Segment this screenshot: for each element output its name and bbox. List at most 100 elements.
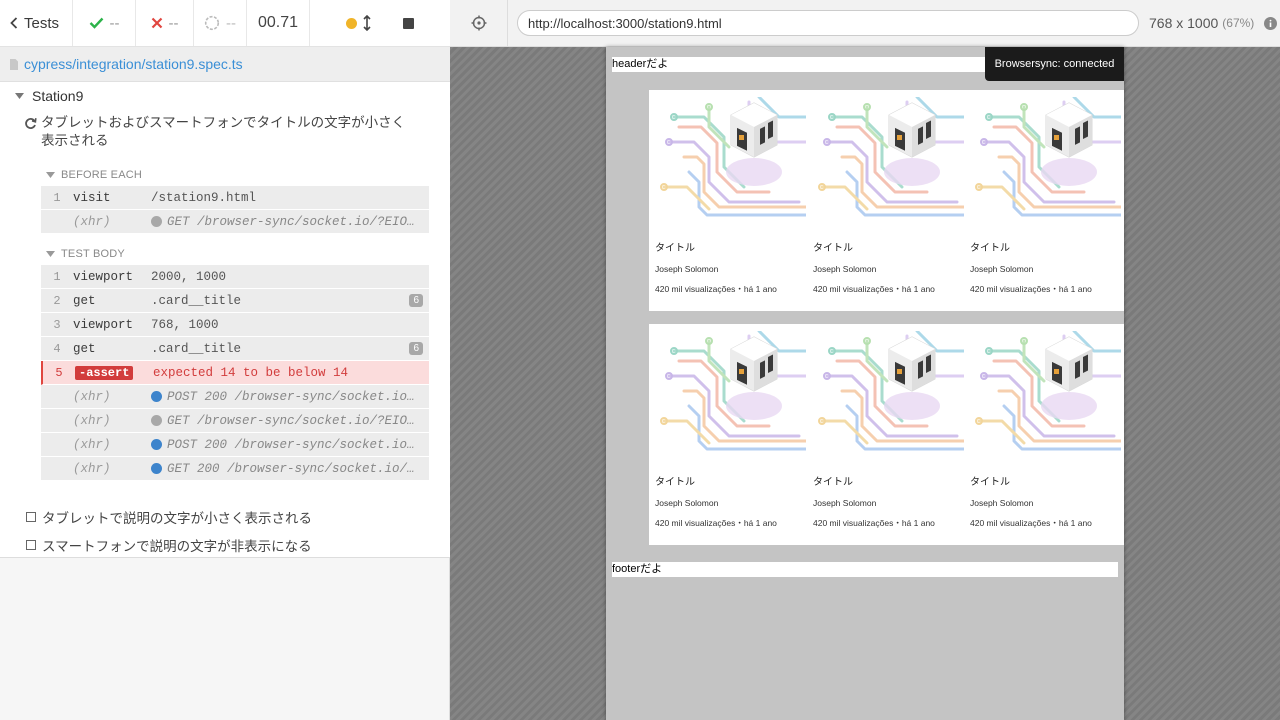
command-name: (xhr)	[73, 413, 111, 428]
command-row[interactable]: 3 viewport 768, 1000	[41, 313, 429, 337]
auto-scroll-toggle[interactable]	[346, 15, 371, 31]
video-card[interactable]: タイトル Joseph Solomon 420 mil visualizaçõe…	[964, 90, 1121, 311]
xhr-status-dot-icon	[151, 216, 162, 227]
command-number: 5	[55, 365, 63, 380]
selector-playground-button[interactable]	[450, 0, 508, 47]
pending-circle-icon	[204, 15, 220, 31]
command-message: /station9.html	[151, 190, 257, 205]
test-body-commands: 1 viewport 2000, 1000 2 get .card__title…	[41, 265, 429, 481]
xhr-url: GET /browser-sync/socket.io/?EIO=...	[167, 413, 419, 428]
caret-down-icon	[46, 251, 55, 257]
test-body-label: TEST BODY	[61, 248, 125, 260]
spec-bar: cypress/integration/station9.spec.ts	[0, 47, 450, 82]
command-row[interactable]: (xhr) GET /browser-sync/socket.io/?EIO=.…	[41, 210, 429, 234]
command-message: 2000, 1000	[151, 269, 227, 284]
circuit-cube-illustration-icon	[818, 331, 964, 451]
video-card[interactable]: タイトル Joseph Solomon 420 mil visualizaçõe…	[807, 324, 964, 545]
url-bar[interactable]: http://localhost:3000/station9.html	[517, 10, 1139, 36]
circuit-cube-illustration-icon	[975, 97, 1121, 217]
circuit-cube-illustration-icon	[660, 97, 806, 217]
command-row[interactable]: 1 visit /station9.html	[41, 186, 429, 210]
card-title: タイトル	[813, 477, 853, 488]
command-row[interactable]: (xhr) POST 200 /browser-sync/socket.io/.…	[41, 433, 429, 457]
stop-icon[interactable]	[403, 17, 414, 29]
pending-count: --	[194, 0, 246, 46]
card-meta: 420 mil visualizações・há 1 ano	[655, 284, 777, 294]
running-indicator-icon	[346, 17, 357, 29]
pending-count-value: --	[226, 14, 236, 32]
command-number: 1	[53, 190, 61, 205]
command-number: 2	[53, 293, 61, 308]
duration-value: 00.71	[257, 14, 299, 31]
command-name: (xhr)	[73, 214, 111, 229]
command-name: visit	[73, 190, 111, 205]
command-name: viewport	[73, 317, 134, 332]
reporter-panel: Tests -- -- -- 00.71 cypress/integration…	[0, 0, 450, 720]
card-row: タイトル Joseph Solomon 420 mil visualizaçõe…	[649, 90, 1124, 311]
command-message: 768, 1000	[151, 317, 219, 332]
failed-count-value: --	[168, 14, 179, 32]
command-row[interactable]: (xhr) POST 200 /browser-sync/socket.io/.…	[41, 385, 429, 409]
browsersync-toast: Browsersync: connected	[985, 47, 1124, 81]
info-icon[interactable]	[1264, 16, 1278, 30]
card-meta: 420 mil visualizações・há 1 ano	[813, 518, 935, 528]
card-author: Joseph Solomon	[655, 498, 719, 508]
card-thumbnail	[807, 97, 964, 219]
pending-checkbox-icon	[26, 540, 36, 550]
passed-count: --	[73, 0, 136, 46]
check-icon	[89, 17, 103, 29]
command-row[interactable]: 2 get .card__title 6	[41, 289, 429, 313]
test-body-header[interactable]: TEST BODY	[46, 246, 125, 262]
xhr-status-dot-icon	[151, 439, 162, 450]
video-card[interactable]: タイトル Joseph Solomon 420 mil visualizaçõe…	[649, 90, 806, 311]
command-message: POST 200 /browser-sync/socket.io/...	[151, 438, 429, 452]
card-thumbnail	[649, 97, 806, 219]
command-row[interactable]: (xhr) GET 200 /browser-sync/socket.io/?.…	[41, 457, 429, 481]
duration: 00.71	[246, 0, 310, 46]
card-author: Joseph Solomon	[655, 264, 719, 274]
command-name: viewport	[73, 269, 134, 284]
command-number: 3	[53, 317, 61, 332]
card-row: タイトル Joseph Solomon 420 mil visualizaçõe…	[649, 324, 1124, 545]
spec-file-link[interactable]: cypress/integration/station9.spec.ts	[24, 56, 243, 72]
card-meta: 420 mil visualizações・há 1 ano	[655, 518, 777, 528]
test-title: タブレットおよびスマートフォンでタイトルの文字が小さく表示される	[41, 115, 406, 148]
failed-command-row[interactable]: 5 -assert expected 14 to be below 14	[41, 361, 429, 385]
suite-header[interactable]: Station9	[15, 86, 83, 106]
command-row[interactable]: (xhr) GET /browser-sync/socket.io/?EIO=.…	[41, 409, 429, 433]
command-message: GET /browser-sync/socket.io/?EIO=...	[151, 215, 429, 229]
crosshair-icon	[471, 15, 486, 31]
file-icon	[10, 58, 18, 70]
pending-test-item[interactable]: スマートフォンで説明の文字が非表示になる	[26, 535, 312, 555]
circuit-cube-illustration-icon	[975, 331, 1121, 451]
before-each-commands: 1 visit /station9.html (xhr) GET /browse…	[41, 186, 429, 234]
test-header[interactable]: タブレットおよびスマートフォンでタイトルの文字が小さく表示される	[24, 114, 414, 150]
video-card[interactable]: タイトル Joseph Solomon 420 mil visualizaçõe…	[964, 324, 1121, 545]
x-icon	[151, 17, 162, 29]
circuit-cube-illustration-icon	[818, 97, 964, 217]
tests-button[interactable]: Tests	[0, 0, 73, 46]
command-number: 4	[53, 341, 61, 356]
command-name: get	[73, 341, 96, 356]
command-name: (xhr)	[73, 437, 111, 452]
card-meta: 420 mil visualizações・há 1 ano	[813, 284, 935, 294]
before-each-hook-header[interactable]: BEFORE EACH	[46, 167, 142, 183]
command-name: (xhr)	[73, 461, 111, 476]
video-card[interactable]: タイトル Joseph Solomon 420 mil visualizaçõe…	[807, 90, 964, 311]
pending-test-title: タブレットで説明の文字が小さく表示される	[42, 511, 312, 526]
card-thumbnail	[964, 331, 1121, 453]
card-author: Joseph Solomon	[813, 264, 877, 274]
viewport-size: 768 x 1000	[1149, 15, 1219, 31]
card-thumbnail	[649, 331, 806, 453]
element-count-badge: 6	[409, 342, 423, 355]
aut-panel: http://localhost:3000/station9.html 768 …	[450, 0, 1280, 720]
runnable-list: Station9 タブレットおよびスマートフォンでタイトルの文字が小さく表示され…	[0, 82, 450, 558]
card-title: タイトル	[655, 243, 695, 254]
url-text: http://localhost:3000/station9.html	[528, 15, 722, 31]
pending-test-item[interactable]: タブレットで説明の文字が小さく表示される	[26, 507, 312, 527]
chevron-left-icon	[10, 17, 18, 29]
command-row[interactable]: 1 viewport 2000, 1000	[41, 265, 429, 289]
command-row[interactable]: 4 get .card__title 6	[41, 337, 429, 361]
video-card[interactable]: タイトル Joseph Solomon 420 mil visualizaçõe…	[649, 324, 806, 545]
passed-count-value: --	[109, 14, 120, 32]
